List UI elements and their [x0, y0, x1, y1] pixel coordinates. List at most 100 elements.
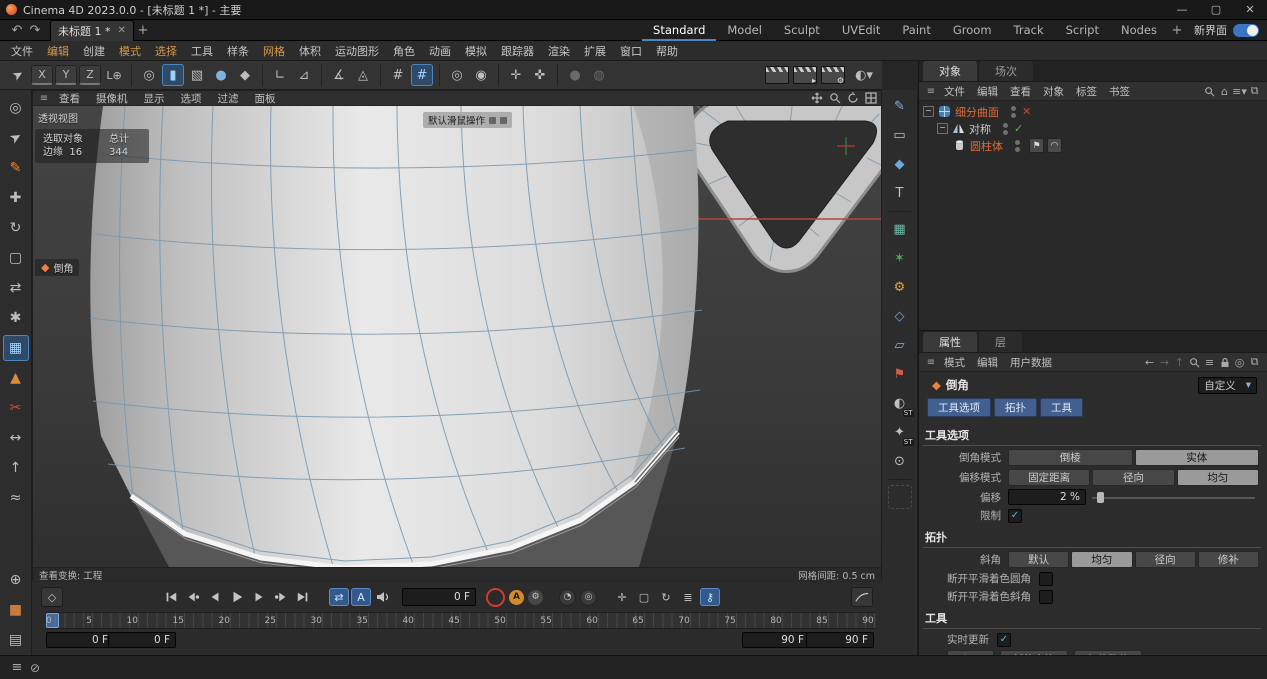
record-parameter-icon[interactable]: ≣: [678, 588, 698, 606]
volume-st-icon[interactable]: ◐ST: [887, 391, 913, 416]
play-mode-icon[interactable]: A: [351, 588, 371, 606]
undo-icon[interactable]: ↶: [8, 21, 26, 39]
preset-dropdown[interactable]: 自定义 ▾: [1198, 377, 1257, 394]
menu-simulate[interactable]: 模拟: [458, 43, 494, 59]
viewport-canvas[interactable]: [33, 106, 881, 567]
bevel-mode-solid-button[interactable]: 实体: [1135, 449, 1260, 466]
character-tool-icon[interactable]: ∡: [328, 64, 350, 86]
offset-slider[interactable]: [1092, 491, 1255, 504]
tree-row-subdivision-surface[interactable]: − 细分曲面 ✕: [923, 103, 1267, 120]
menu-tools[interactable]: 工具: [184, 43, 220, 59]
menu-file[interactable]: 文件: [4, 43, 40, 59]
guide-settings-icon[interactable]: ✜: [529, 64, 551, 86]
enabled-icon[interactable]: ✓: [1014, 122, 1023, 135]
am-lock-icon[interactable]: [1217, 355, 1232, 370]
tab-attributes[interactable]: 属性: [923, 332, 977, 352]
sketch-pen-icon[interactable]: ✎: [887, 94, 913, 119]
simulation-sphere-icon[interactable]: ●: [564, 64, 586, 86]
status-menu-icon[interactable]: ≡: [8, 659, 26, 677]
break-miter-checkbox[interactable]: [1039, 590, 1053, 604]
object-name[interactable]: 圆柱体: [970, 138, 1003, 154]
light-icon[interactable]: ⊙: [887, 449, 913, 474]
viewport-menu-filter[interactable]: 过滤: [210, 91, 247, 106]
record-pla-icon[interactable]: ⚷: [700, 588, 720, 606]
guide-pin-icon[interactable]: ✛: [505, 64, 527, 86]
pan-view-icon[interactable]: [811, 92, 823, 104]
layout-tab-standard[interactable]: Standard: [642, 20, 716, 41]
snap-enabled-icon[interactable]: #: [411, 64, 433, 86]
menu-render[interactable]: 渲染: [541, 43, 577, 59]
tab-tool[interactable]: 工具: [1040, 398, 1083, 417]
am-filter-icon[interactable]: ≡: [1202, 355, 1217, 370]
viewport-menu-icon[interactable]: ≡: [37, 92, 51, 105]
break-round-checkbox[interactable]: [1039, 572, 1053, 586]
tab-objects[interactable]: 对象: [923, 61, 977, 81]
object-name[interactable]: 对称: [969, 121, 991, 137]
tablet-pen-icon[interactable]: ▱: [887, 333, 913, 358]
active-tool-cylinder-icon[interactable]: ▮: [162, 64, 184, 86]
new-ui-toggle[interactable]: [1233, 24, 1259, 37]
viewport-menu-options[interactable]: 选项: [173, 91, 210, 106]
scale-tool-icon[interactable]: ▢: [3, 245, 29, 271]
autokey-button[interactable]: A: [509, 590, 524, 605]
edit-render-settings-button[interactable]: ⚙: [821, 66, 845, 84]
minimize-button[interactable]: —: [1165, 0, 1199, 20]
range-start-field[interactable]: 0 F: [46, 632, 114, 648]
render-picture-viewer-button[interactable]: ▸: [793, 66, 817, 84]
am-forward-icon[interactable]: →: [1157, 355, 1172, 370]
fcurve-icon[interactable]: [851, 587, 873, 607]
smooth-tool-icon[interactable]: ≈: [3, 485, 29, 511]
sphere-primitive-icon[interactable]: ●: [210, 64, 232, 86]
maximize-button[interactable]: ▢: [1199, 0, 1233, 20]
am-menu-edit[interactable]: 编辑: [971, 355, 1004, 370]
current-frame-field[interactable]: 0 F: [402, 588, 476, 606]
offset-mode-uniform-button[interactable]: 均匀: [1177, 469, 1259, 486]
menu-help[interactable]: 帮助: [649, 43, 685, 59]
tree-row-symmetry[interactable]: − 对称 ✓: [923, 120, 1267, 137]
om-popout-icon[interactable]: ⧉: [1247, 84, 1262, 99]
record-button[interactable]: [486, 588, 505, 607]
simulation-a-icon[interactable]: ◍: [588, 64, 610, 86]
record-scale-icon[interactable]: ▢: [634, 588, 654, 606]
sound-icon[interactable]: [373, 588, 393, 606]
range-start-field-2[interactable]: 0 F: [108, 632, 176, 648]
am-back-icon[interactable]: ←: [1142, 355, 1157, 370]
om-search-icon[interactable]: [1202, 84, 1217, 99]
toggle-view-icon[interactable]: [865, 92, 877, 104]
om-filter-icon[interactable]: ≡▾: [1232, 84, 1247, 99]
phong-tag-icon[interactable]: ◠: [1047, 138, 1062, 153]
layout-tab-sculpt[interactable]: Sculpt: [773, 20, 831, 41]
viewport-menu-cameras[interactable]: 摄像机: [88, 91, 136, 106]
knife-tool-icon[interactable]: ✂: [3, 395, 29, 421]
limit-checkbox[interactable]: ✓: [1008, 509, 1022, 523]
render-menu-icon[interactable]: ◐▾: [853, 64, 875, 86]
layout-tab-nodes[interactable]: Nodes: [1110, 20, 1168, 41]
quantize-icon[interactable]: #: [387, 64, 409, 86]
scene-nodes-st-icon[interactable]: ✦ST: [887, 420, 913, 445]
viewport-menu-panel[interactable]: 面板: [247, 91, 284, 106]
layout-tab-paint[interactable]: Paint: [891, 20, 941, 41]
bevel-mode-chamfer-button[interactable]: 倒棱: [1008, 449, 1133, 466]
visibility-dots[interactable]: [1003, 122, 1008, 136]
om-menu-bookmarks[interactable]: 书签: [1103, 84, 1136, 99]
layer-manager-icon[interactable]: ▤: [3, 627, 29, 653]
layout-tab-script[interactable]: Script: [1055, 20, 1110, 41]
y-axis-lock-button[interactable]: Y: [55, 65, 77, 85]
offset-mode-radial-button[interactable]: 径向: [1092, 469, 1174, 486]
move-tool-icon[interactable]: ✚: [3, 185, 29, 211]
timeline-ruler[interactable]: 05 1015 2025 3035 4045 5055 6065 7075 80…: [46, 612, 876, 629]
layout-tab-track[interactable]: Track: [1003, 20, 1055, 41]
am-popout-icon[interactable]: ⧉: [1247, 355, 1262, 370]
am-target-icon[interactable]: ◎: [1232, 355, 1247, 370]
snap-center-icon[interactable]: ◎: [138, 64, 160, 86]
om-home-icon[interactable]: ⌂: [1217, 84, 1232, 99]
om-menu-object[interactable]: 对象: [1037, 84, 1070, 99]
section-topology[interactable]: 拓扑: [923, 526, 1261, 548]
visibility-dots[interactable]: [1011, 105, 1016, 119]
expander-icon[interactable]: −: [937, 123, 948, 134]
om-menu-edit[interactable]: 编辑: [971, 84, 1004, 99]
axis-enabled-icon[interactable]: ◉: [470, 64, 492, 86]
viewport-menu-view[interactable]: 查看: [51, 91, 88, 106]
z-axis-lock-button[interactable]: Z: [79, 65, 101, 85]
empty-palette-slot[interactable]: [888, 485, 912, 509]
